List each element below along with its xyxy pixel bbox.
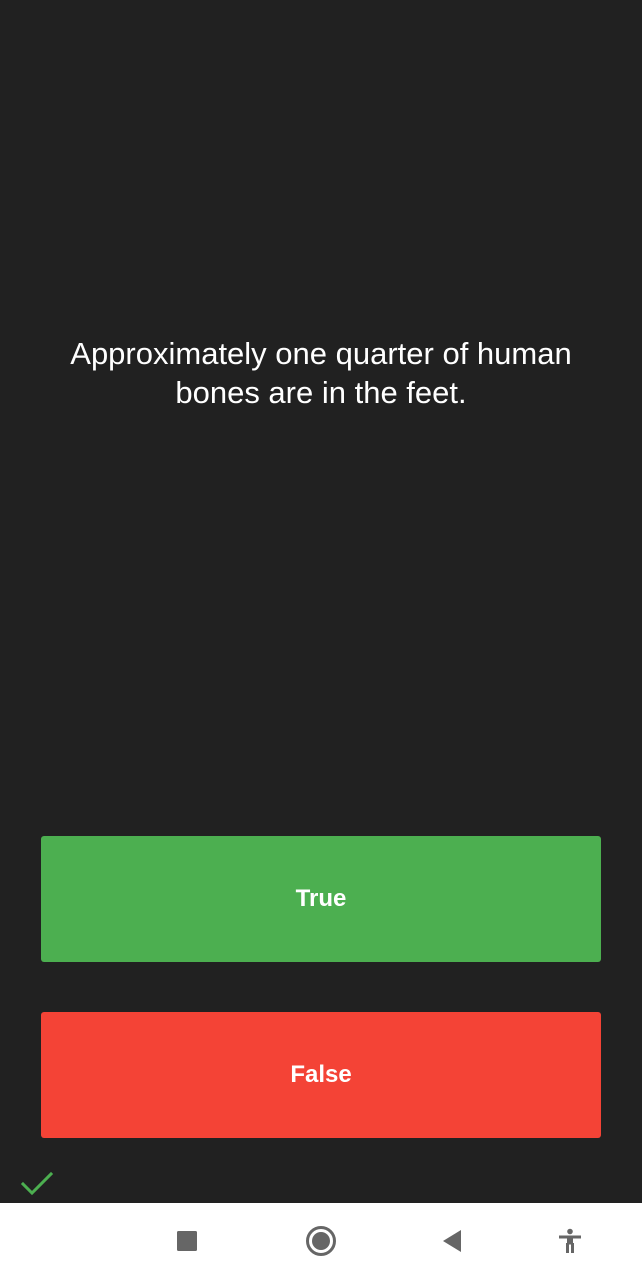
true-button-label: True	[295, 885, 347, 912]
home-button[interactable]	[301, 1221, 341, 1261]
false-button[interactable]: False	[41, 1012, 601, 1138]
recents-button[interactable]	[167, 1221, 207, 1261]
back-button[interactable]	[432, 1221, 472, 1261]
recents-square-icon	[177, 1231, 197, 1251]
false-button-label: False	[290, 1061, 352, 1088]
accessibility-button[interactable]	[550, 1221, 590, 1261]
question-text: Approximately one quarter of human bones…	[70, 336, 572, 410]
true-button[interactable]: True	[41, 836, 601, 962]
system-nav-bar	[0, 1203, 642, 1280]
back-triangle-icon	[443, 1230, 461, 1252]
home-circle-icon	[306, 1226, 336, 1256]
checkmark-icon	[20, 1171, 54, 1196]
quiz-screen: Approximately one quarter of human bones…	[0, 0, 642, 1280]
accessibility-icon	[559, 1228, 581, 1253]
